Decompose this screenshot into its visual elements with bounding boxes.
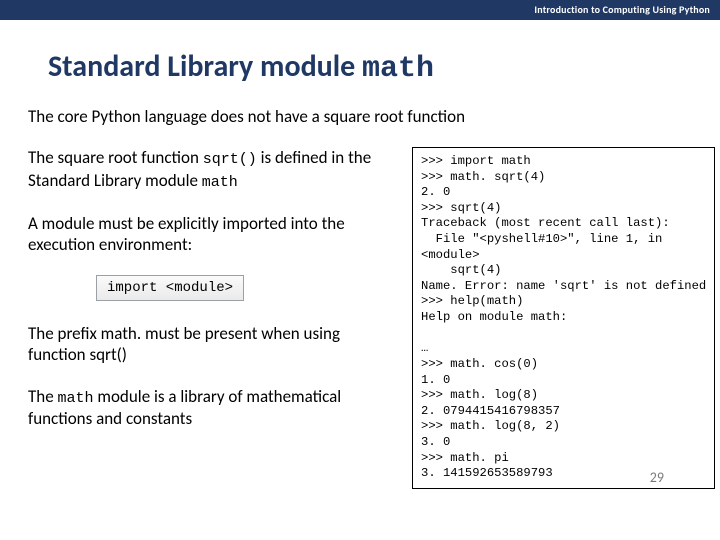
import-syntax-box: import <module> xyxy=(96,275,244,301)
intro-line: The core Python language does not have a… xyxy=(28,106,702,127)
t: The xyxy=(28,386,58,407)
para-prefix: The prefix math. must be present when us… xyxy=(28,323,400,366)
python-shell-output: >>> import math >>> math. sqrt(4) 2. 0 >… xyxy=(412,147,715,489)
code-math2: math xyxy=(58,390,94,407)
page-number: 29 xyxy=(650,469,664,486)
title-code: math xyxy=(362,52,434,86)
left-column: The square root function sqrt() is defin… xyxy=(28,147,400,489)
title-text: Standard Library module xyxy=(48,48,362,85)
t: The square root function xyxy=(28,147,203,168)
code-sqrt: sqrt() xyxy=(203,151,257,168)
slide-title: Standard Library module math xyxy=(0,20,720,106)
para-math-library: The math module is a library of mathemat… xyxy=(28,386,400,430)
course-banner: Introduction to Computing Using Python xyxy=(0,0,720,20)
code-math: math xyxy=(202,174,238,191)
para-sqrt-defined: The square root function sqrt() is defin… xyxy=(28,147,400,193)
para-import-needed: A module must be explicitly imported int… xyxy=(28,213,400,256)
